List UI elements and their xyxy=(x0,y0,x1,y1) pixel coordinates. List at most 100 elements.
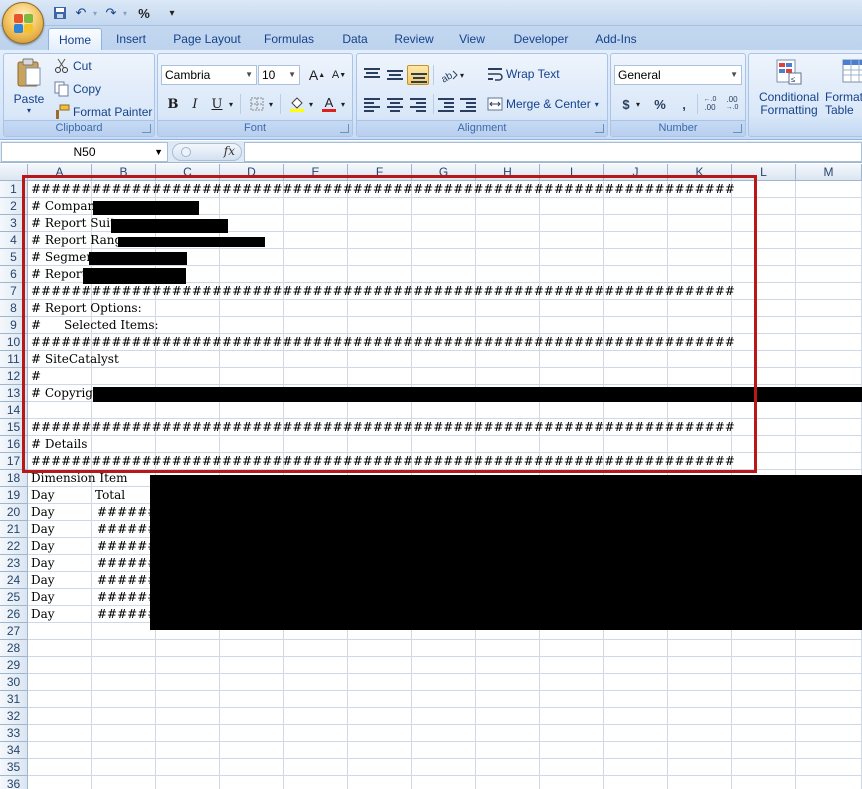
row-header-35[interactable]: 35 xyxy=(0,759,28,776)
column-header-m[interactable]: M xyxy=(796,164,862,181)
merge-center-button[interactable]: Merge & Center ▾ xyxy=(487,96,599,112)
cell-a10[interactable]: ########################################… xyxy=(28,334,735,351)
copy-button[interactable]: Copy xyxy=(54,81,101,97)
formula-input[interactable] xyxy=(244,142,862,162)
align-right-icon[interactable] xyxy=(407,94,429,114)
row-header-2[interactable]: 2 xyxy=(0,198,28,215)
conditional-formatting-button[interactable]: ≤ Conditional Formatting xyxy=(753,58,825,122)
column-header-e[interactable]: E xyxy=(284,164,348,181)
italic-button[interactable]: I xyxy=(184,94,206,114)
tab-add-ins[interactable]: Add-Ins xyxy=(588,28,644,50)
fill-color-dropdown-icon[interactable]: ▾ xyxy=(306,94,316,114)
decrease-indent-icon[interactable] xyxy=(435,94,457,114)
row-header-22[interactable]: 22 xyxy=(0,538,28,555)
row-header-13[interactable]: 13 xyxy=(0,385,28,402)
align-left-icon[interactable] xyxy=(361,94,383,114)
row-header-16[interactable]: 16 xyxy=(0,436,28,453)
grow-font-button[interactable]: A ▲ xyxy=(306,65,328,85)
row-header-29[interactable]: 29 xyxy=(0,657,28,674)
row-header-17[interactable]: 17 xyxy=(0,453,28,470)
column-header-g[interactable]: G xyxy=(412,164,476,181)
worksheet-grid[interactable]: ABCDEFGHIJKLM 1 2 3 4 5 6 7 8 9 10 11 12 13 14 15 16 17 1… xyxy=(0,164,862,789)
cell-a13[interactable]: # Copyrigh xyxy=(28,385,101,402)
tab-review[interactable]: Review xyxy=(388,28,440,50)
undo-dropdown-icon[interactable]: ▾ xyxy=(90,4,100,22)
row-header-23[interactable]: 23 xyxy=(0,555,28,572)
cell-a17[interactable]: ########################################… xyxy=(28,453,735,470)
align-bottom-icon[interactable] xyxy=(407,65,429,85)
row-header-7[interactable]: 7 xyxy=(0,283,28,300)
percent-style-qat-button[interactable]: % xyxy=(136,4,152,22)
row-header-18[interactable]: 18 xyxy=(0,470,28,487)
number-format-select[interactable]: General ▼ xyxy=(614,65,742,85)
font-size-select[interactable]: 10 ▼ xyxy=(258,65,300,85)
row-header-24[interactable]: 24 xyxy=(0,572,28,589)
row-header-10[interactable]: 10 xyxy=(0,334,28,351)
number-dialog-launcher-icon[interactable] xyxy=(733,124,742,133)
row-header-32[interactable]: 32 xyxy=(0,708,28,725)
column-header-h[interactable]: H xyxy=(476,164,540,181)
cell-a6[interactable]: # Report: xyxy=(28,266,91,283)
tab-home[interactable]: Home xyxy=(48,28,102,50)
row-header-25[interactable]: 25 xyxy=(0,589,28,606)
bold-button[interactable]: B xyxy=(162,94,184,114)
borders-button[interactable] xyxy=(246,94,268,114)
fx-icon[interactable]: fx xyxy=(224,144,235,158)
font-dialog-launcher-icon[interactable] xyxy=(340,124,349,133)
row-header-21[interactable]: 21 xyxy=(0,521,28,538)
row-header-3[interactable]: 3 xyxy=(0,215,28,232)
increase-decimal-button[interactable]: ←.0.00 xyxy=(699,94,721,114)
undo-icon[interactable]: ↶ xyxy=(74,4,88,22)
shrink-font-button[interactable]: A ▼ xyxy=(328,65,350,85)
cell-a19[interactable]: Day xyxy=(28,487,55,504)
row-header-27[interactable]: 27 xyxy=(0,623,28,640)
cell-a24[interactable]: Day xyxy=(28,572,55,589)
cell-a16[interactable]: # Details xyxy=(28,436,87,453)
redo-icon[interactable]: ↷ xyxy=(104,4,118,22)
tab-view[interactable]: View xyxy=(452,28,492,50)
row-header-14[interactable]: 14 xyxy=(0,402,28,419)
office-button[interactable] xyxy=(2,2,44,44)
percent-button[interactable]: % xyxy=(649,94,671,114)
cell-a18[interactable]: Dimension Item xyxy=(28,470,127,487)
orientation-dropdown-icon[interactable]: ▾ xyxy=(457,65,467,85)
name-box[interactable]: N50 ▼ xyxy=(1,142,168,162)
cell-a1[interactable]: ########################################… xyxy=(28,181,735,198)
row-header-33[interactable]: 33 xyxy=(0,725,28,742)
font-name-select[interactable]: Cambria ▼ xyxy=(161,65,257,85)
comma-button[interactable]: , xyxy=(673,94,695,114)
column-header-l[interactable]: L xyxy=(732,164,796,181)
font-color-button[interactable]: A xyxy=(318,94,340,114)
cell-a8[interactable]: # Report Options: xyxy=(28,300,142,317)
tab-developer[interactable]: Developer xyxy=(508,28,574,50)
row-header-1[interactable]: 1 xyxy=(0,181,28,198)
row-header-26[interactable]: 26 xyxy=(0,606,28,623)
fill-color-button[interactable] xyxy=(286,94,308,114)
row-header-34[interactable]: 34 xyxy=(0,742,28,759)
row-header-8[interactable]: 8 xyxy=(0,300,28,317)
borders-dropdown-icon[interactable]: ▾ xyxy=(266,94,276,114)
cell-a20[interactable]: Day xyxy=(28,504,55,521)
format-as-table-button[interactable]: Format as Table xyxy=(825,58,862,122)
row-header-30[interactable]: 30 xyxy=(0,674,28,691)
cell-a12[interactable]: # xyxy=(28,368,41,385)
tab-insert[interactable]: Insert xyxy=(108,28,154,50)
row-header-12[interactable]: 12 xyxy=(0,368,28,385)
tab-page-layout[interactable]: Page Layout xyxy=(168,28,246,50)
row-header-6[interactable]: 6 xyxy=(0,266,28,283)
tab-formulas[interactable]: Formulas xyxy=(258,28,320,50)
cell-a25[interactable]: Day xyxy=(28,589,55,606)
select-all-corner[interactable] xyxy=(0,164,28,181)
cell-a11[interactable]: # SiteCatalyst xyxy=(28,351,119,368)
save-icon[interactable] xyxy=(52,4,68,22)
column-header-d[interactable]: D xyxy=(220,164,284,181)
paste-button[interactable]: Paste ▾ xyxy=(8,58,50,120)
cell-a22[interactable]: Day xyxy=(28,538,55,555)
font-color-dropdown-icon[interactable]: ▾ xyxy=(338,94,348,114)
row-header-28[interactable]: 28 xyxy=(0,640,28,657)
column-header-a[interactable]: A xyxy=(28,164,92,181)
cell-a26[interactable]: Day xyxy=(28,606,55,623)
cell-a7[interactable]: ########################################… xyxy=(28,283,735,300)
column-header-k[interactable]: K xyxy=(668,164,732,181)
row-header-20[interactable]: 20 xyxy=(0,504,28,521)
